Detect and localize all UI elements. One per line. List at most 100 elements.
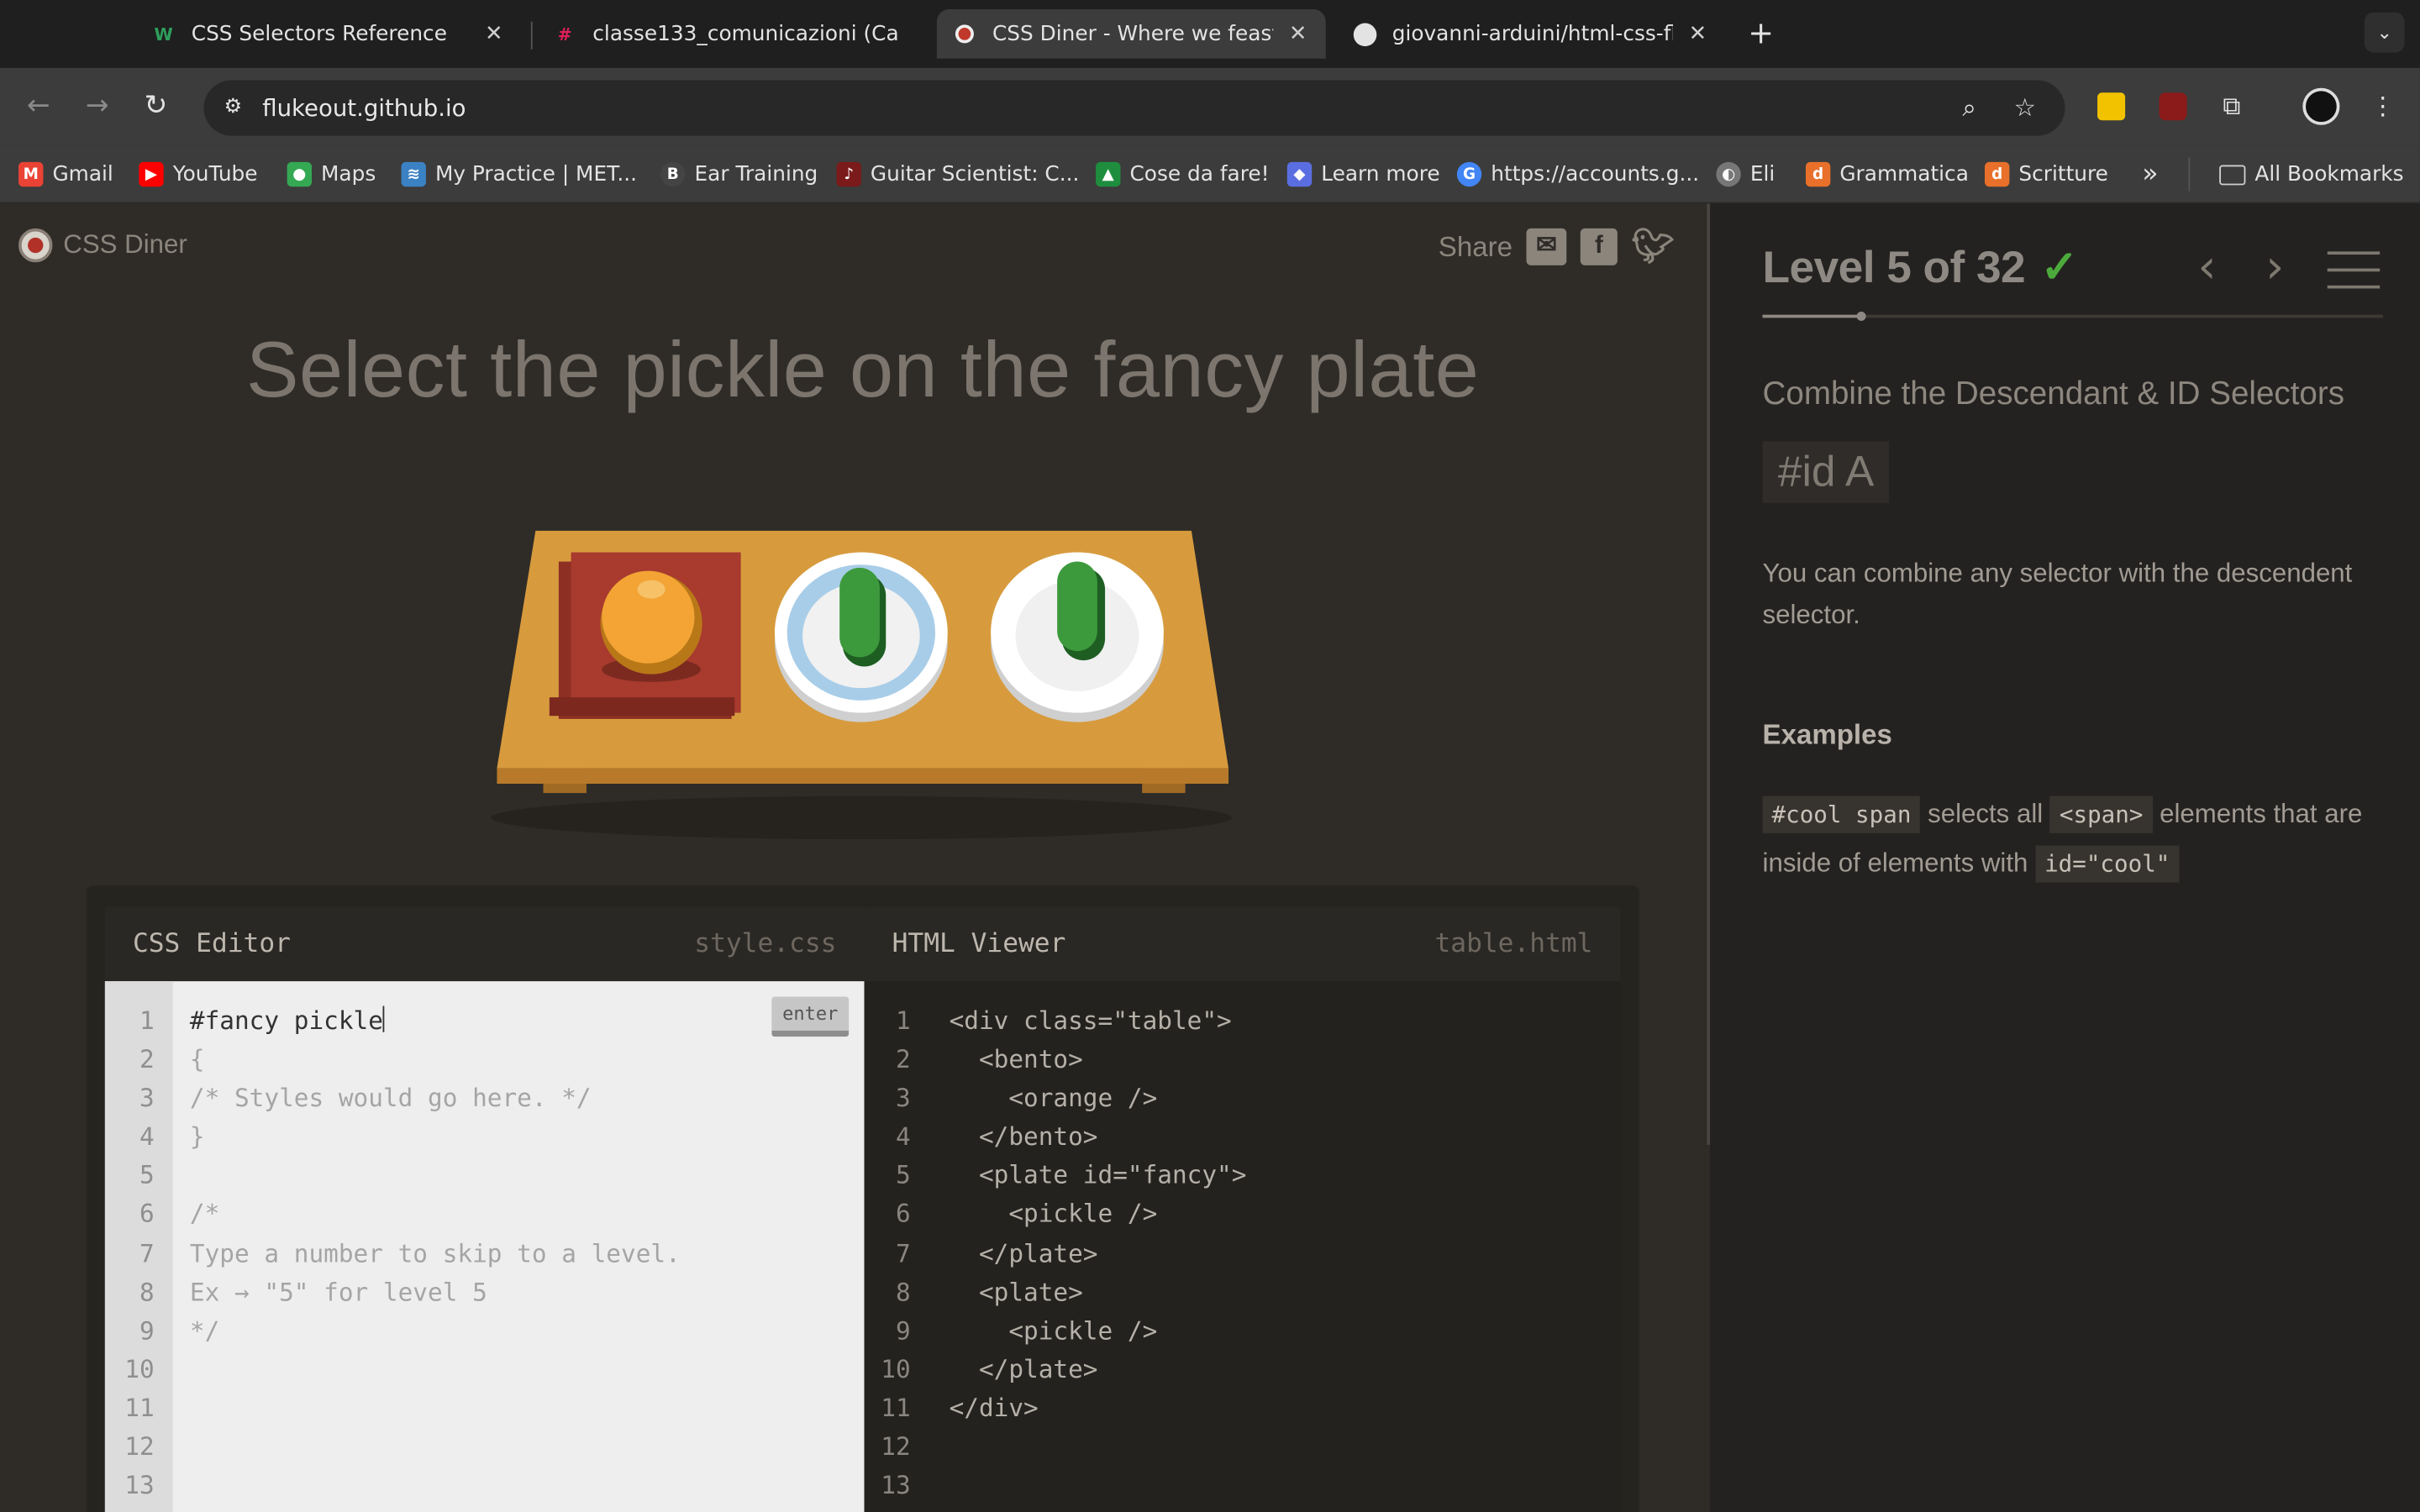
examples-title: Examples: [1762, 718, 1892, 750]
bookmark-label: YouTube: [172, 161, 258, 187]
extensions-puzzle-icon[interactable]: ⧉: [2213, 88, 2250, 125]
learn-more-icon: ◆: [1286, 161, 1313, 187]
css-editor[interactable]: 1 2 3 4 5 6 7 8 9 10 11 12 13 #fancy pickle {/* Styl…: [104, 981, 865, 1512]
tab-css-diner[interactable]: CSS Diner - Where we feast o ✕: [936, 9, 1326, 59]
close-tab-icon[interactable]: ✕: [1286, 22, 1310, 46]
line-number: 9: [895, 1315, 911, 1346]
bookmark-guitar-scientist[interactable]: ♪ Guitar Scientist: C...: [836, 160, 1079, 188]
example-code: <span>: [2049, 795, 2153, 833]
bookmarks-overflow-button[interactable]: »: [2142, 159, 2158, 190]
line-number: 1: [895, 1005, 911, 1036]
facebook-icon[interactable]: f: [1580, 228, 1618, 265]
zoom-icon[interactable]: ⌕: [1954, 92, 1985, 123]
bookmark-label: My Practice | MET...: [434, 161, 637, 187]
guitar-scientist-icon: ♪: [836, 161, 861, 187]
ublock-icon[interactable]: [2154, 88, 2191, 125]
bookmark-gmail[interactable]: M Gmail: [18, 160, 113, 188]
line-number: 4: [895, 1121, 911, 1152]
tab-search-button[interactable]: ⌄: [2364, 12, 2405, 53]
ear-training-icon: B: [660, 161, 686, 187]
tab-css-selectors-reference[interactable]: W CSS Selectors Reference ✕: [136, 9, 522, 59]
line-number: 1: [139, 1005, 155, 1036]
css-input-line[interactable]: #fancy pickle: [190, 1001, 681, 1040]
bookmark-google-accounts[interactable]: Ghttps://accounts.g...: [1456, 160, 1699, 188]
html-code-line: </div>: [949, 1393, 1039, 1423]
css-diner-icon: [952, 22, 976, 46]
pickle-on-fancy-plate[interactable]: [839, 567, 886, 667]
address-bar[interactable]: ⚙ flukeout.github.io ⌕ ☆: [203, 80, 2065, 136]
youtube-icon: ▶: [139, 161, 164, 187]
tab-github[interactable]: giovanni-arduini/html-css-flu ✕: [1337, 9, 1726, 59]
bookmarks-bar: M Gmail ▶ YouTube ● Maps ≋ My Practice | MET…: [0, 144, 2420, 204]
css-code: #fancy pickle {/* Styles would go here. …: [190, 1001, 681, 1504]
line-number: 3: [139, 1083, 155, 1113]
game-area: CSS Diner Share ✉ f 🐦︎ Select the pickle…: [0, 203, 1711, 1512]
table-edge: [497, 768, 1229, 785]
css-code-line: [190, 1156, 681, 1194]
all-bookmarks-button[interactable]: All Bookmarks: [2219, 160, 2404, 188]
progress-fill: [1762, 314, 1862, 318]
new-tab-button[interactable]: +: [1741, 13, 1781, 53]
tab-slack[interactable]: # classe133_comunicazioni (Ca: [537, 9, 926, 59]
enter-button[interactable]: enter: [771, 996, 850, 1037]
profile-avatar[interactable]: [2302, 87, 2340, 125]
bookmark-maps[interactable]: ● Maps: [287, 160, 376, 188]
menu-kebab-icon[interactable]: ⋮: [2365, 88, 2402, 125]
css-code-line: /*: [189, 1199, 220, 1229]
line-number: 12: [881, 1431, 911, 1462]
bookmark-youtube[interactable]: ▶ YouTube: [139, 160, 258, 188]
line-number: 6: [895, 1199, 911, 1229]
table-illustration: [491, 530, 1232, 840]
extension-icon[interactable]: [2093, 88, 2130, 125]
reload-button[interactable]: ↻: [136, 87, 176, 127]
css-editor-header: CSS Editor style.css: [104, 906, 865, 982]
bookmark-label: Cose da fare!: [1129, 161, 1270, 187]
html-code-line: </plate>: [949, 1238, 1098, 1268]
level-menu-icon[interactable]: [2327, 244, 2381, 289]
checkmark-icon: ✓: [2040, 244, 2078, 293]
bookmark-eli[interactable]: ◐ Eli: [1716, 160, 1775, 188]
bookmark-grammatica[interactable]: d Grammatica: [1805, 160, 1969, 188]
site-info-icon[interactable]: ⚙: [219, 94, 247, 122]
selector-hint: You can combine any selector with the de…: [1762, 558, 2353, 630]
docs-icon: d: [1984, 161, 2010, 187]
bookmark-ear-training[interactable]: B Ear Training: [660, 160, 818, 188]
close-tab-icon[interactable]: ✕: [1686, 22, 1710, 46]
editor-panel: CSS Editor style.css HTML Viewer table.h…: [86, 885, 1639, 1512]
bookmark-label: Gmail: [52, 161, 113, 187]
line-number: 9: [139, 1315, 155, 1346]
html-file-name: table.html: [1434, 928, 1593, 960]
email-icon[interactable]: ✉: [1526, 228, 1567, 265]
css-diner-logo[interactable]: CSS Diner: [18, 228, 187, 263]
pickle-on-plate[interactable]: [1057, 561, 1106, 661]
close-tab-icon[interactable]: ✕: [481, 22, 506, 46]
bookmark-star-icon[interactable]: ☆: [2009, 92, 2040, 123]
twitter-icon[interactable]: 🐦︎: [1631, 228, 1674, 265]
tab-title: classe133_comunicazioni (Ca: [592, 21, 899, 47]
example-code: #cool span: [1762, 795, 1921, 833]
bookmark-cose-da-fare[interactable]: ▲ Cose da fare!: [1096, 160, 1270, 188]
bookmark-my-practice[interactable]: ≋ My Practice | MET...: [401, 160, 637, 188]
css-selector-input[interactable]: #fancy pickle: [190, 1006, 383, 1036]
html-code-line: <div class="table">: [949, 1005, 1232, 1036]
example-text: #cool span selects all <span> elements t…: [1762, 790, 2396, 889]
html-code-line: <pickle />: [949, 1315, 1158, 1346]
back-button[interactable]: ←: [18, 87, 59, 127]
next-level-icon[interactable]: ›: [2265, 241, 2284, 295]
selector-syntax: #id A: [1762, 441, 1890, 503]
bookmark-learn-more[interactable]: ◆ Learn more: [1286, 160, 1440, 188]
previous-level-icon[interactable]: ‹: [2197, 241, 2216, 295]
html-code-line: [950, 1466, 1247, 1504]
tab-bar: W CSS Selectors Reference ✕ # classe133_…: [0, 0, 2420, 68]
css-code-line: */: [189, 1315, 220, 1346]
css-line-numbers: 1 2 3 4 5 6 7 8 9 10 11 12 13: [104, 981, 173, 1512]
tab-title: CSS Selectors Reference: [191, 21, 447, 47]
url-text: flukeout.github.io: [262, 94, 466, 123]
css-editor-title: CSS Editor: [132, 928, 291, 960]
forward-button[interactable]: →: [77, 87, 118, 127]
orange[interactable]: [600, 570, 702, 682]
bookmark-scritture[interactable]: d Scritture: [1984, 160, 2108, 188]
line-number: 7: [139, 1238, 155, 1268]
share-area: Share ✉ f 🐦︎: [1439, 228, 1675, 265]
css-code-line: [190, 1350, 681, 1389]
